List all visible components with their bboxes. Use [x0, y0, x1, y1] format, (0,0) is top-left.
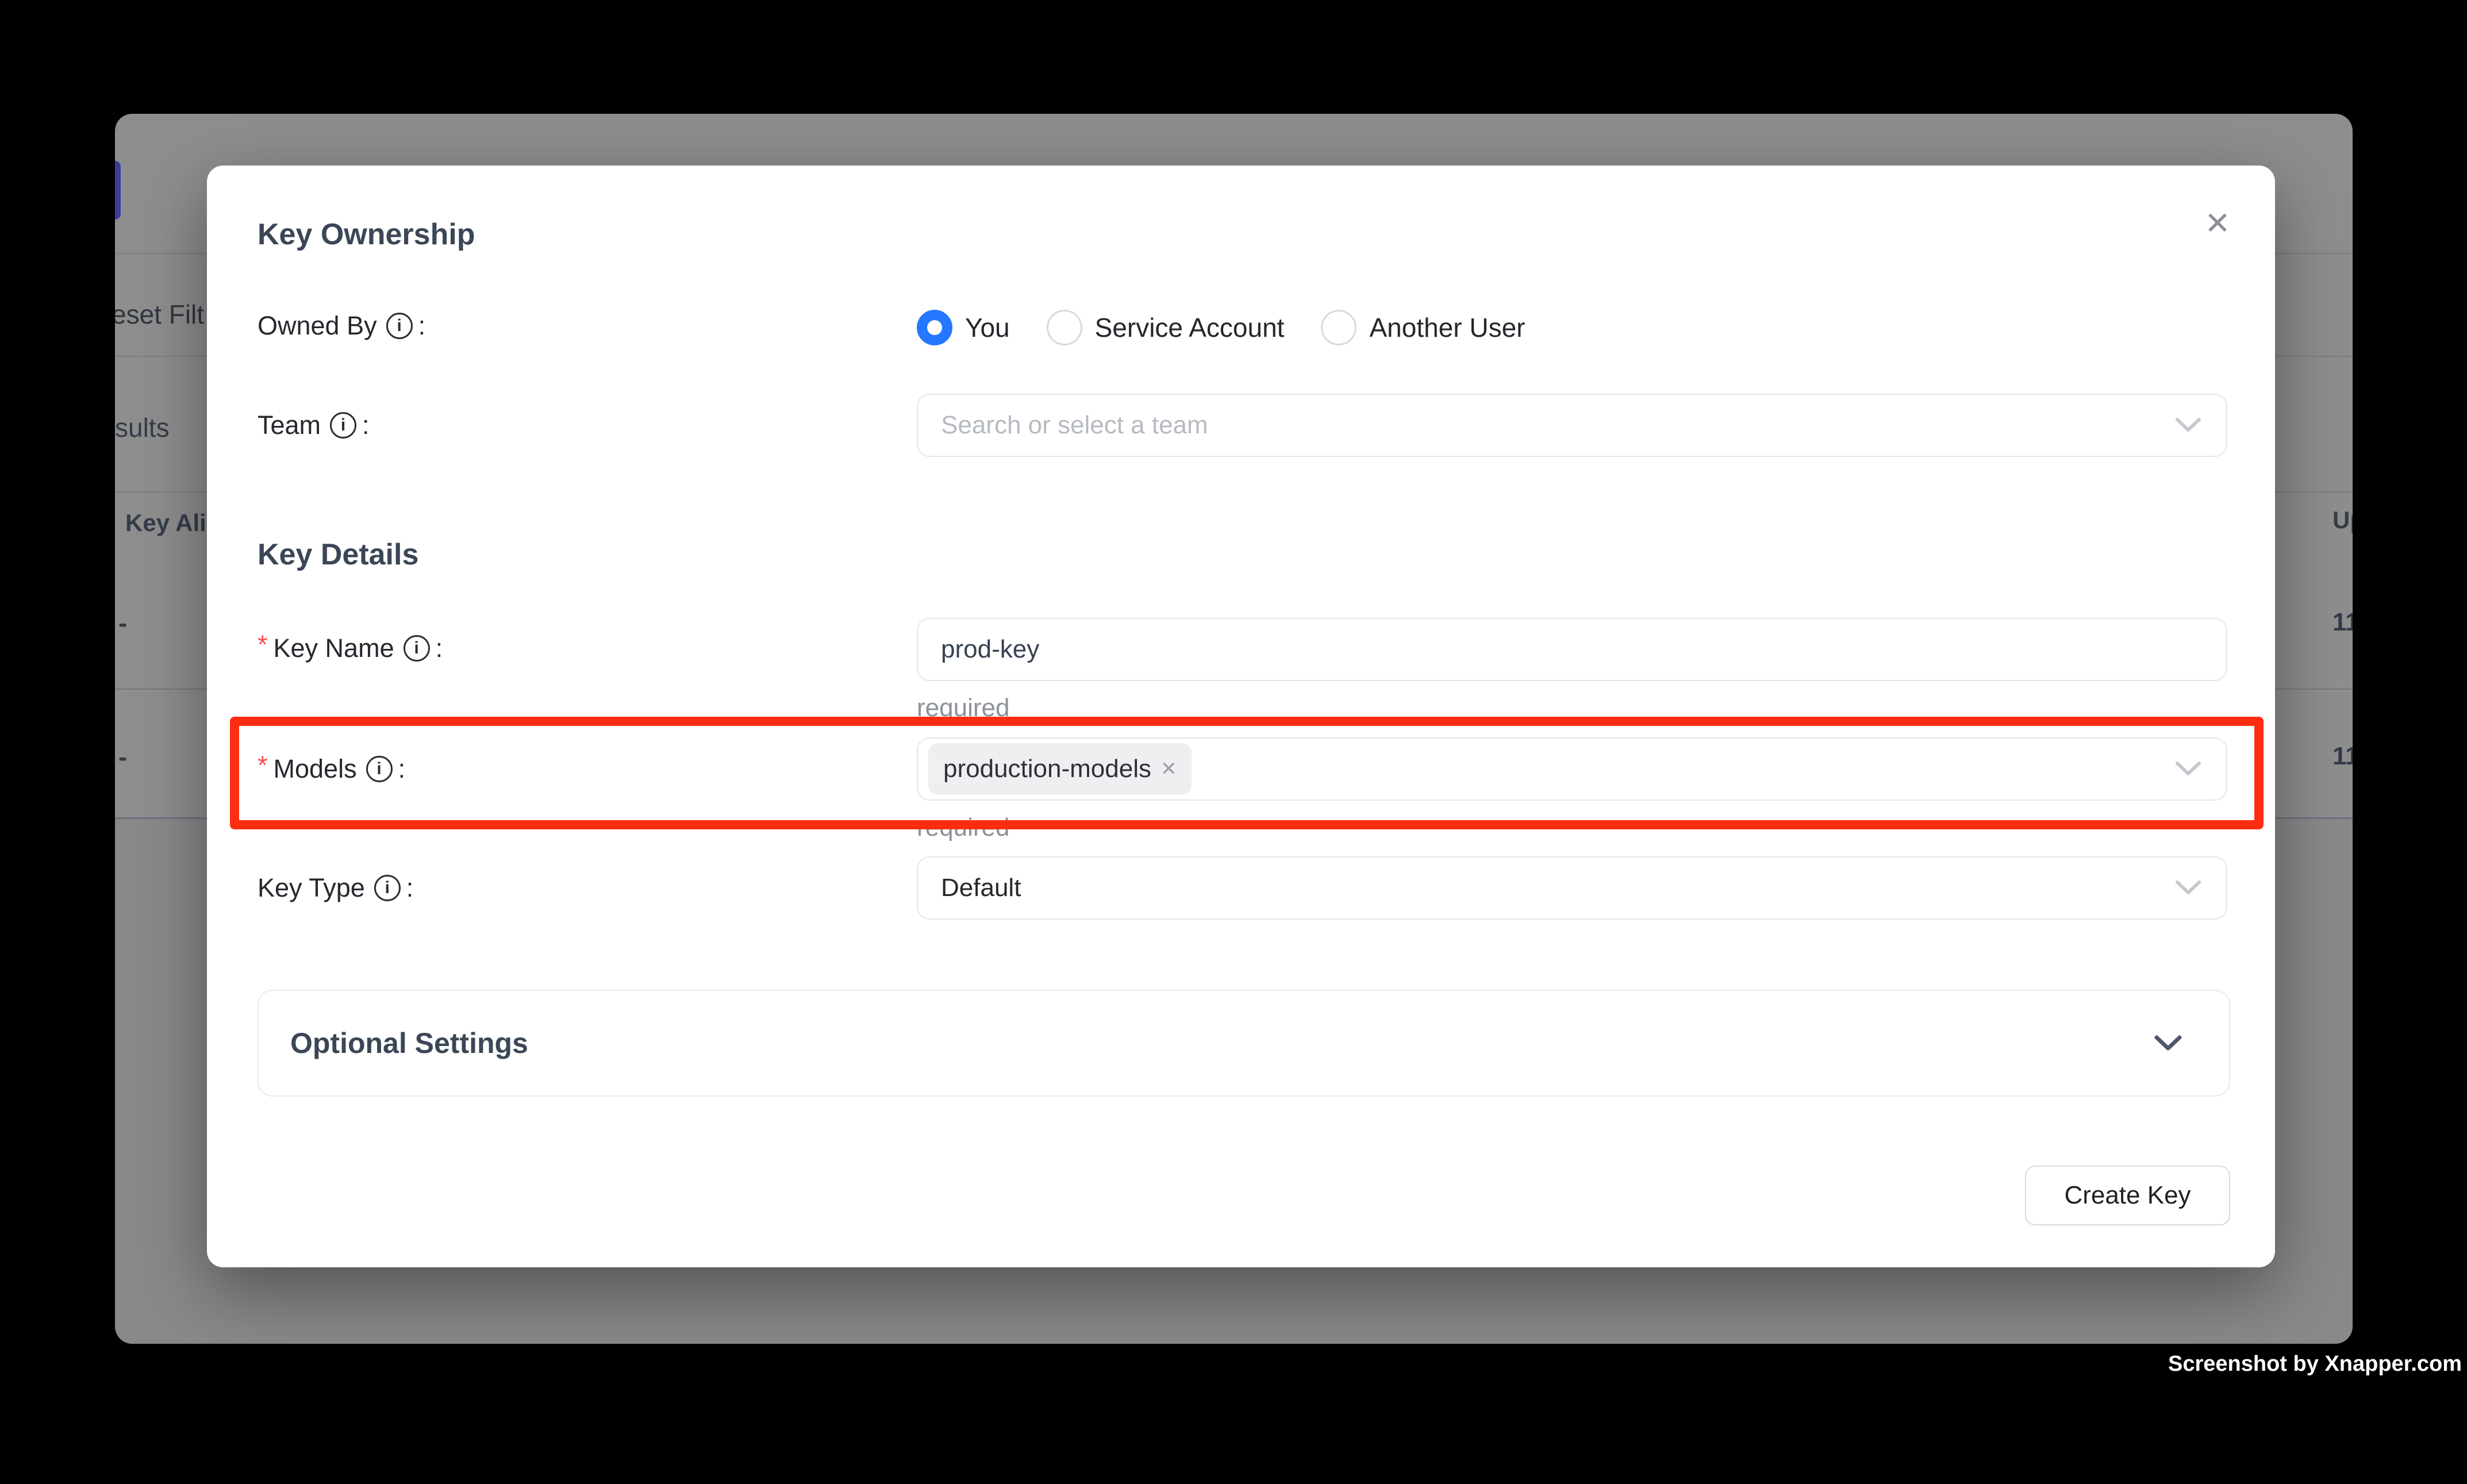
column-header-key-alias: Key Alia [125, 509, 220, 537]
watermark-text: Screenshot by Xnapper.com [2168, 1352, 2462, 1377]
key-name-input[interactable]: prod-key [917, 618, 2227, 681]
info-icon[interactable]: i [404, 635, 430, 662]
key-type-select[interactable]: Default [917, 856, 2227, 920]
owned-by-label-text: Owned By [258, 311, 377, 341]
radio-selected-icon[interactable] [917, 310, 952, 345]
team-select-placeholder: Search or select a team [918, 411, 1208, 440]
create-key-modal: Key Ownership ✕ Owned By i : You Service… [207, 166, 2275, 1267]
create-key-button[interactable]: Create Key [2025, 1166, 2230, 1225]
chevron-down-icon [2154, 1035, 2182, 1051]
required-asterisk: * [258, 751, 268, 781]
key-name-required-hint: required [917, 694, 1009, 722]
team-label: Team i : [258, 407, 370, 443]
label-colon: : [398, 754, 406, 784]
clipped-primary-button [115, 161, 121, 220]
table-cell-dash: - [118, 608, 127, 639]
radio-option-label: Another User [1369, 312, 1525, 343]
key-name-label-text: Key Name [274, 633, 394, 663]
radio-unselected-icon[interactable] [1321, 310, 1357, 345]
chevron-down-icon [2176, 881, 2201, 895]
info-icon[interactable]: i [366, 756, 393, 782]
radio-option-another-user[interactable]: Another User [1321, 310, 1525, 345]
optional-settings-toggle[interactable]: Optional Settings [258, 990, 2230, 1097]
owned-by-label: Owned By i : [258, 308, 425, 344]
selected-model-tag-label: production-models [943, 755, 1151, 783]
radio-option-you[interactable]: You [917, 310, 1010, 345]
radio-unselected-icon[interactable] [1047, 310, 1082, 345]
reset-filters-button-fragment: eset Filt [115, 299, 204, 330]
modal-title: Key Ownership [258, 217, 475, 252]
key-type-label: Key Type i : [258, 870, 413, 906]
radio-option-service-account[interactable]: Service Account [1047, 310, 1285, 345]
chevron-down-icon [2176, 418, 2201, 433]
selected-model-tag: production-models ✕ [928, 743, 1192, 795]
results-count-fragment: sults [115, 412, 170, 443]
required-asterisk: * [258, 630, 268, 660]
models-multiselect[interactable]: production-models ✕ [917, 737, 2227, 801]
optional-settings-label: Optional Settings [290, 1027, 528, 1060]
label-colon: : [418, 311, 426, 341]
table-cell-date: 11/ [2332, 608, 2353, 637]
models-label: * Models i : [258, 751, 405, 787]
label-colon: : [362, 410, 370, 440]
screenshot-stage: eset Filt sults Key Alia Up - - 11/ 11/ … [0, 0, 2467, 1484]
radio-option-label: Service Account [1095, 312, 1285, 343]
key-name-label: * Key Name i : [258, 630, 443, 666]
chevron-down-icon [2176, 762, 2201, 776]
info-icon[interactable]: i [386, 313, 413, 339]
radio-option-label: You [965, 312, 1010, 343]
table-cell-dash: - [118, 741, 127, 772]
key-type-value: Default [918, 874, 1021, 902]
tag-remove-icon[interactable]: ✕ [1161, 758, 1177, 781]
info-icon[interactable]: i [374, 875, 401, 901]
key-type-label-text: Key Type [258, 873, 365, 903]
owned-by-radio-group: You Service Account Another User [917, 310, 1525, 345]
label-colon: : [436, 633, 443, 663]
table-cell-date: 11/ [2332, 742, 2353, 771]
column-header-updated: Up [2332, 506, 2353, 534]
team-label-text: Team [258, 410, 321, 440]
models-label-text: Models [274, 754, 357, 784]
key-details-heading: Key Details [258, 537, 418, 572]
label-colon: : [406, 873, 414, 903]
key-name-value: prod-key [918, 635, 1039, 664]
info-icon[interactable]: i [330, 412, 356, 439]
team-select[interactable]: Search or select a team [917, 394, 2227, 457]
close-icon[interactable]: ✕ [2197, 202, 2238, 244]
models-required-hint: required [917, 813, 1009, 842]
